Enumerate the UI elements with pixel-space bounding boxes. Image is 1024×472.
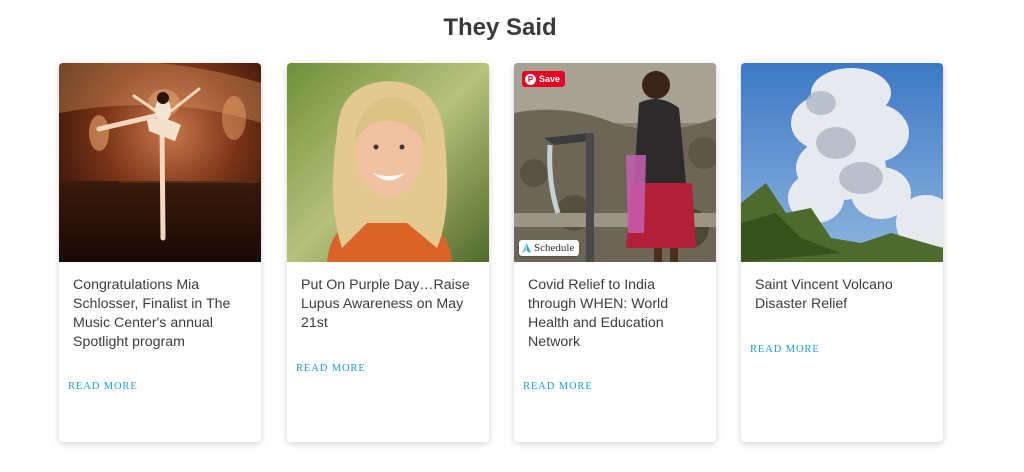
card-title[interactable]: Put On Purple Day…Raise Lupus Awareness … [301,276,479,333]
volcano-eruption-photo [741,63,943,262]
schedule-icon [522,243,531,253]
card-title[interactable]: Saint Vincent Volcano Disaster Relief [755,276,933,314]
card-title[interactable]: Covid Relief to India through WHEN: Worl… [528,276,706,352]
schedule-label: Schedule [534,242,575,254]
card-image[interactable]: P Save Schedule [514,63,716,262]
section-title: They Said [443,14,557,41]
news-card: Put On Purple Day…Raise Lupus Awareness … [287,63,489,442]
child-at-water-pump-photo [514,63,716,262]
news-card: Congratulations Mia Schlosser, Finalist … [59,63,261,442]
schedule-button[interactable]: Schedule [519,240,580,256]
news-card: Saint Vincent Volcano Disaster Relief RE… [741,63,943,442]
pinterest-save-button[interactable]: P Save [522,71,566,87]
news-card: P Save Schedule Covid Relief to India th… [514,63,716,442]
read-more-link[interactable]: READ MORE [296,363,366,374]
card-image[interactable] [741,63,943,262]
read-more-link[interactable]: READ MORE [68,381,138,392]
read-more-link[interactable]: READ MORE [523,381,593,392]
read-more-link[interactable]: READ MORE [750,344,820,355]
card-title[interactable]: Congratulations Mia Schlosser, Finalist … [73,276,251,352]
ballet-dancer-photo [59,63,261,262]
smiling-woman-portrait [287,63,489,262]
card-image[interactable] [59,63,261,262]
pinterest-save-label: Save [539,74,561,84]
card-image[interactable] [287,63,489,262]
pinterest-icon: P [525,73,536,85]
